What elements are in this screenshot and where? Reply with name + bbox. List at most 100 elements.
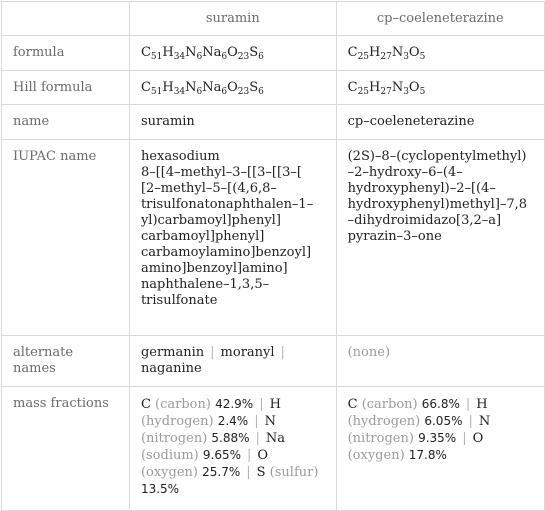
- text-line: hydroxyphenyl)–2–[(4–: [347, 181, 496, 196]
- element-symbol: H: [162, 80, 174, 95]
- row-label-formula: formula: [1, 35, 130, 71]
- separator: |: [255, 431, 260, 446]
- element-symbol: H: [476, 397, 488, 412]
- corner-cell: [1, 1, 130, 36]
- element-count: 27: [380, 52, 392, 62]
- mass-fraction-value: 13.5%: [140, 482, 180, 496]
- separator: |: [254, 414, 259, 429]
- row-label-alternate-names: alternate names: [1, 335, 130, 387]
- mass-fraction-value: 66.8%: [421, 397, 460, 411]
- mass-fraction-value: 2.4%: [217, 414, 249, 428]
- element-name: (nitrogen): [347, 431, 419, 446]
- element-symbol: H: [369, 45, 381, 60]
- element-name: (nitrogen): [140, 431, 212, 446]
- element-symbol: O: [227, 45, 238, 60]
- mass-fraction-value: 9.35%: [418, 431, 457, 445]
- element-symbol: C: [347, 80, 358, 95]
- text-line: yl)carbamoyl]phenyl]: [140, 213, 281, 228]
- element-count: 6: [258, 87, 264, 97]
- element-symbol: C: [140, 397, 156, 412]
- table-row-name: name suramin cp–coeleneterazine: [1, 104, 545, 140]
- row-label-mass-fractions: mass fractions: [1, 386, 130, 511]
- text-line: [2–methyl–5–[(4,6,8–: [140, 181, 277, 196]
- element-count: 25: [357, 52, 370, 62]
- text-line: pyrazin–3–one: [347, 229, 442, 244]
- text-line: naphthalene–1,3,5–: [140, 277, 270, 292]
- mass-fraction-value: 42.9%: [215, 397, 254, 411]
- element-name: (carbon): [361, 397, 422, 412]
- mass-fractions-cp: C (carbon) 66.8% | H (hydrogen) 6.05% | N (n…: [335, 386, 545, 511]
- element-symbol: Na: [202, 45, 222, 60]
- separator: |: [468, 414, 473, 429]
- element-name: (carbon): [155, 397, 216, 412]
- element-count: 51: [150, 87, 163, 97]
- formula-suramin: C51H34N6Na6O23S6: [128, 35, 337, 71]
- mass-fraction-value: 9.65%: [202, 448, 242, 462]
- alternate-name: germanin: [140, 345, 205, 360]
- row-label-hill-formula: Hill formula: [1, 70, 130, 105]
- element-count: 23: [237, 52, 250, 62]
- element-count: 5: [419, 52, 426, 62]
- text-line: –2–hydroxy–6–(4–: [347, 165, 463, 180]
- formula-cp: C25H27N3O5: [335, 35, 545, 71]
- element-count: 34: [173, 52, 186, 62]
- element-symbol: S: [249, 45, 259, 60]
- element-symbol: N: [185, 45, 197, 60]
- mass-fraction-value: 17.8%: [408, 448, 447, 462]
- mass-fraction-value: 25.7%: [202, 465, 241, 479]
- element-count: 51: [150, 52, 163, 62]
- element-symbol: C: [347, 397, 362, 412]
- row-label-name: name: [1, 104, 130, 140]
- header-row: suramin cp–coeleneterazine: [1, 1, 545, 36]
- text-line: hexasodium: [140, 149, 220, 164]
- alternate-names-suramin: germanin | moranyl | naganine: [128, 335, 337, 387]
- separator: |: [246, 465, 251, 480]
- separator: |: [210, 345, 215, 360]
- hill-formula-cp: C25H27N3O5: [335, 70, 545, 105]
- text-line: (2S)–8–(cyclopentylmethyl): [347, 149, 527, 164]
- element-symbol: C: [140, 45, 151, 60]
- element-symbol: N: [391, 45, 404, 60]
- separator: |: [247, 448, 252, 463]
- mass-fractions-suramin: C (carbon) 42.9% | H (hydrogen) 2.4% | N (ni…: [128, 386, 337, 511]
- element-name: (hydrogen): [140, 414, 218, 429]
- column-header-suramin: suramin: [128, 1, 337, 36]
- mass-fraction-value: 5.88%: [211, 431, 250, 445]
- alternate-names-cp: (none): [335, 335, 545, 387]
- element-symbol: S: [256, 465, 270, 480]
- text-line: amino]benzoyl]amino]: [140, 261, 288, 276]
- element-symbol: N: [185, 80, 197, 95]
- element-symbol: H: [369, 80, 381, 95]
- element-symbol: N: [478, 414, 491, 429]
- text-line: 8–[[4–methyl–3–[[3–[[3–[: [140, 165, 302, 180]
- element-name: (hydrogen): [347, 414, 425, 429]
- alternate-name: moranyl: [220, 345, 275, 360]
- separator: |: [259, 397, 264, 412]
- element-name: (sulfur): [269, 465, 319, 480]
- table-row-iupac-name: IUPAC name hexasodium 8–[[4–methyl–3–[[3–…: [1, 139, 545, 336]
- name-cp: cp–coeleneterazine: [335, 104, 545, 140]
- mass-fraction-value: 6.05%: [424, 414, 463, 428]
- element-symbol: O: [257, 448, 269, 463]
- text-line: trisulfonatonaphthalen–1–: [140, 197, 314, 212]
- table-row-formula: formula C51H34N6Na6O23S6 C25H27N3O5: [1, 35, 545, 71]
- separator: |: [465, 397, 471, 412]
- separator: |: [280, 345, 285, 360]
- element-symbol: O: [472, 431, 484, 446]
- column-header-cp-coeleneterazine: cp–coeleneterazine: [335, 1, 545, 36]
- separator: |: [462, 431, 467, 446]
- element-symbol: O: [227, 80, 238, 95]
- row-label-iupac-name: IUPAC name: [1, 139, 130, 336]
- iupac-name-suramin: hexasodium 8–[[4–methyl–3–[[3–[[3–[[2–met…: [128, 139, 337, 336]
- element-name: (oxygen): [140, 465, 203, 480]
- comparison-table: suramin cp–coeleneterazine formula C51H3…: [1, 1, 545, 511]
- element-symbol: H: [162, 45, 174, 60]
- element-count: 34: [173, 87, 186, 97]
- element-count: 23: [237, 87, 250, 97]
- text-line: hydroxyphenyl)methyl]–7,8: [347, 197, 528, 212]
- hill-formula-suramin: C51H34N6Na6O23S6: [128, 70, 337, 105]
- element-symbol: O: [408, 45, 420, 60]
- element-symbol: Na: [265, 431, 286, 446]
- element-symbol: H: [269, 397, 281, 412]
- table-row-mass-fractions: mass fractions C (carbon) 42.9% | H (hydro…: [1, 386, 545, 511]
